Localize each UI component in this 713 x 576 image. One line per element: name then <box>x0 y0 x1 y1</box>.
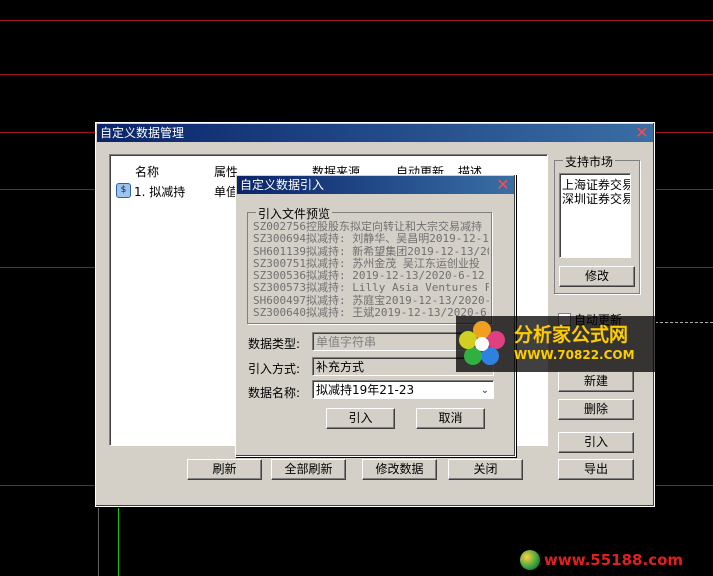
button-label: 导出 <box>583 462 608 476</box>
refresh-all-button[interactable]: 全部刷新 <box>271 459 346 480</box>
watermark-url: www.55188.com <box>544 551 684 569</box>
watermark-bottom: www.55188.com <box>520 548 710 572</box>
button-label: 修改 <box>584 269 609 283</box>
close-icon[interactable]: ✕ <box>495 177 511 193</box>
button-label: 引入 <box>348 411 373 425</box>
grid-line <box>118 508 119 576</box>
new-button[interactable]: 新建 <box>558 371 634 392</box>
grid-line <box>0 74 713 75</box>
database-icon: $ <box>116 183 131 198</box>
preview-group: 引入文件预览 SZ002756控股股东拟定向转让和大宗交易减持 SZ300694拟… <box>247 205 492 324</box>
market-group: 支持市场 上海证券交易 深圳证券交易 修改 <box>554 153 640 294</box>
preview-text[interactable]: SZ002756控股股东拟定向转让和大宗交易减持 SZ300694拟减持: 刘静华… <box>253 221 489 321</box>
dialog-titlebar: 自定义数据管理 ✕ <box>97 124 653 142</box>
row-name: 1. 拟减持 <box>134 185 186 199</box>
button-label: 引入 <box>583 435 608 449</box>
dotted-line <box>655 322 713 323</box>
column-header[interactable]: 名称 <box>135 163 159 180</box>
grid-line <box>0 20 713 21</box>
field-value: 单值字符串 <box>316 335 377 349</box>
field-value: 拟减持19年21-23 <box>316 383 415 397</box>
refresh-button[interactable]: 刷新 <box>187 459 262 480</box>
close-button[interactable]: 关闭 <box>448 459 523 480</box>
dialog-title: 自定义数据引入 <box>240 178 325 192</box>
market-label: 支持市场 <box>563 153 616 170</box>
data-name-label: 数据名称: <box>248 386 301 400</box>
watermark-banner: 分析家公式网 WWW.70822.COM <box>456 316 656 372</box>
data-type-label: 数据类型: <box>248 337 301 351</box>
watermark-url: WWW.70822.COM <box>514 348 635 362</box>
dialog-title: 自定义数据管理 <box>100 126 185 140</box>
import-method-label: 引入方式: <box>248 362 301 376</box>
watermark-brand: 分析家公式网 <box>514 324 629 346</box>
preview-label: 引入文件预览 <box>256 205 333 222</box>
button-label: 删除 <box>583 402 608 416</box>
button-label: 关闭 <box>473 462 498 476</box>
close-icon[interactable]: ✕ <box>634 125 650 141</box>
preview-line: SZ300694拟减持: 刘静华、吴昌明2019-12-1 <box>253 232 489 246</box>
field-value: 补充方式 <box>316 360 365 374</box>
button-label: 全部刷新 <box>284 462 333 476</box>
modify-market-button[interactable]: 修改 <box>559 266 635 287</box>
flower-logo-icon <box>459 321 505 365</box>
button-label: 修改数据 <box>375 462 424 476</box>
button-label: 刷新 <box>212 462 237 476</box>
grid-line <box>98 508 99 576</box>
confirm-import-button[interactable]: 引入 <box>326 408 395 429</box>
export-button[interactable]: 导出 <box>558 459 634 480</box>
dialog-titlebar: 自定义数据引入 ✕ <box>237 176 514 194</box>
market-list[interactable]: 上海证券交易 深圳证券交易 <box>559 173 631 258</box>
data-name-combo[interactable]: 拟减持19年21-23 ⌄ <box>312 380 494 399</box>
button-label: 新建 <box>583 374 608 388</box>
market-item[interactable]: 深圳证券交易 <box>562 190 630 207</box>
cancel-button[interactable]: 取消 <box>416 408 485 429</box>
preview-line: SZ300640拟减持: 王斌2019-12-13/2020-6-1 <box>253 306 489 320</box>
import-button[interactable]: 引入 <box>558 432 634 453</box>
edit-data-button[interactable]: 修改数据 <box>362 459 437 480</box>
swirl-logo-icon <box>520 550 540 570</box>
button-label: 取消 <box>438 411 463 425</box>
delete-button[interactable]: 删除 <box>558 399 634 420</box>
chevron-down-icon[interactable]: ⌄ <box>479 381 491 400</box>
preview-line: SZ300573拟减持: Lilly Asia Ventures Fun <box>253 281 489 295</box>
